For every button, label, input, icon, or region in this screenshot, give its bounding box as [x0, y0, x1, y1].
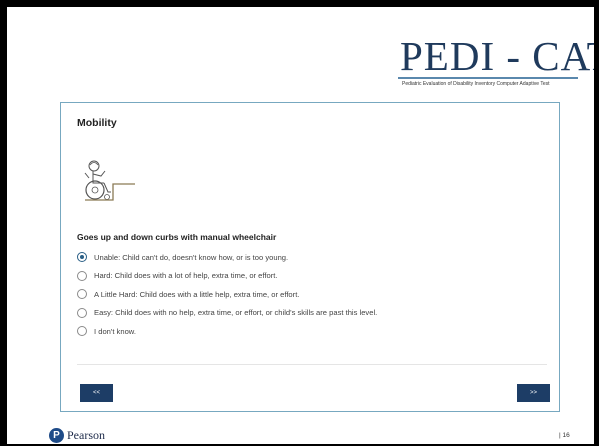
- option-hard[interactable]: Hard: Child does with a lot of help, ext…: [77, 267, 377, 286]
- radio-button[interactable]: [77, 326, 87, 337]
- option-easy[interactable]: Easy: Child does with no help, extra tim…: [77, 304, 377, 323]
- option-dont-know[interactable]: I don't know.: [77, 322, 377, 341]
- option-unable[interactable]: Unable: Child can't do, doesn't know how…: [77, 248, 377, 267]
- option-label: Unable: Child can't do, doesn't know how…: [94, 252, 289, 262]
- pedi-cat-logo: PEDI - CAT Pediatric Evaluation of Disab…: [396, 36, 594, 90]
- divider: [77, 364, 547, 365]
- pearson-p-icon: P: [49, 428, 64, 443]
- radio-button[interactable]: [77, 289, 87, 300]
- question-text: Goes up and down curbs with manual wheel…: [77, 232, 277, 242]
- radio-button[interactable]: [77, 270, 87, 281]
- next-button[interactable]: >>: [517, 384, 550, 402]
- option-label: Hard: Child does with a lot of help, ext…: [94, 271, 278, 281]
- child-in-wheelchair-icon: [79, 156, 137, 214]
- logo-subtitle: Pediatric Evaluation of Disability Inven…: [402, 81, 550, 87]
- radio-button-selected[interactable]: [77, 252, 87, 263]
- slide: PEDI - CAT Pediatric Evaluation of Disab…: [7, 7, 594, 444]
- pearson-logo: P Pearson: [49, 428, 105, 443]
- option-label: I don't know.: [94, 326, 136, 336]
- option-label: Easy: Child does with no help, extra tim…: [94, 308, 378, 318]
- question-panel: Mobility Goes up and down curbs with man…: [60, 102, 560, 412]
- page-number: | 16: [559, 432, 570, 439]
- option-label: A Little Hard: Child does with a little …: [94, 289, 300, 299]
- panel-title: Mobility: [77, 117, 117, 129]
- answer-options: Unable: Child can't do, doesn't know how…: [77, 248, 377, 341]
- option-a-little-hard[interactable]: A Little Hard: Child does with a little …: [77, 285, 377, 304]
- radio-button[interactable]: [77, 307, 87, 318]
- logo-rule: [398, 77, 578, 79]
- logo-wordmark: PEDI - CAT: [400, 33, 594, 79]
- previous-button[interactable]: <<: [80, 384, 113, 402]
- pearson-brand-text: Pearson: [67, 428, 105, 442]
